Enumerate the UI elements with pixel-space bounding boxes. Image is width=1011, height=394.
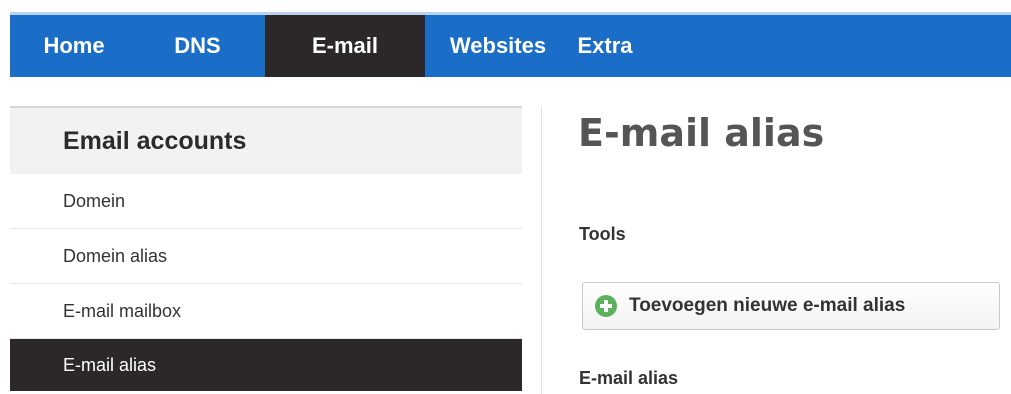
plus-circle-icon — [595, 295, 617, 317]
sidebar-item-email-mailbox[interactable]: E-mail mailbox — [10, 284, 522, 339]
sidebar-item-domein[interactable]: Domein — [10, 174, 522, 229]
nav-home[interactable]: Home — [10, 15, 150, 77]
column-divider — [541, 106, 542, 394]
nav-email[interactable]: E-mail — [265, 15, 425, 77]
sidebar: Email accounts Domein Domein alias E-mai… — [10, 106, 522, 391]
sidebar-heading: Email accounts — [10, 108, 522, 174]
email-alias-list-heading: E-mail alias — [579, 368, 679, 388]
add-email-alias-label: Toevoegen nieuwe e-mail alias — [629, 295, 906, 316]
page: Home DNS E-mail Websites Extra Email acc… — [0, 0, 1011, 394]
add-email-alias-button[interactable]: Toevoegen nieuwe e-mail alias — [582, 282, 1000, 330]
nav-dns[interactable]: DNS — [150, 15, 265, 77]
main-nav: Home DNS E-mail Websites Extra — [10, 15, 1011, 77]
page-title: E-mail alias — [578, 111, 825, 155]
nav-websites[interactable]: Websites — [425, 15, 565, 77]
nav-extra[interactable]: Extra — [565, 15, 695, 77]
sidebar-item-email-alias[interactable]: E-mail alias — [10, 339, 522, 391]
tools-heading: Tools — [579, 224, 626, 244]
sidebar-item-domein-alias[interactable]: Domein alias — [10, 229, 522, 284]
